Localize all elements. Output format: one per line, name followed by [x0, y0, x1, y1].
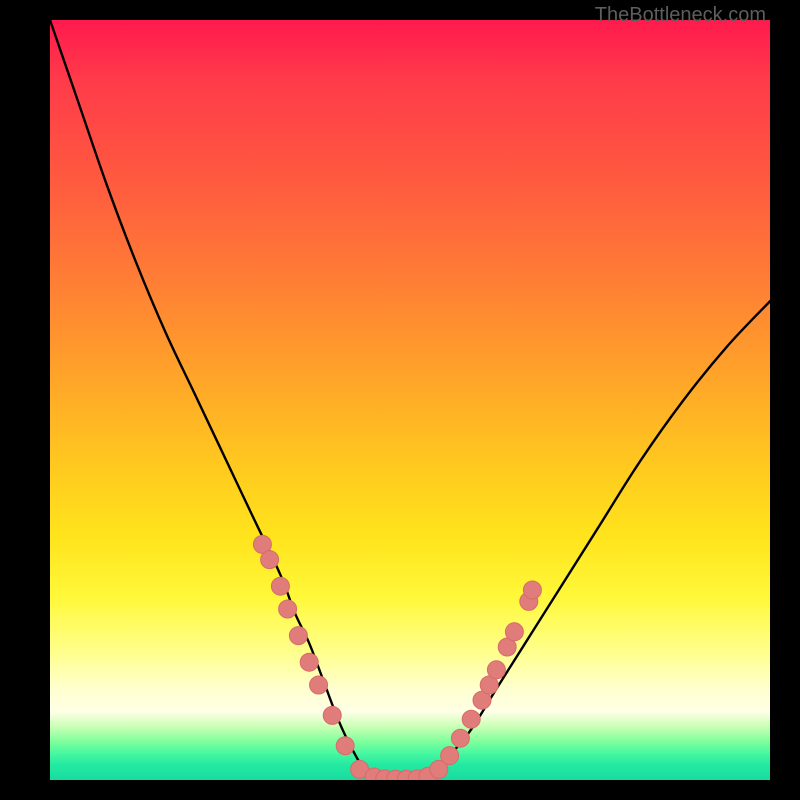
curve-marker [323, 706, 341, 724]
curve-marker [336, 737, 354, 755]
curve-marker [462, 710, 480, 728]
curve-marker [279, 600, 297, 618]
curve-marker [310, 676, 328, 694]
curve-marker [300, 653, 318, 671]
curve-markers [253, 535, 541, 780]
curve-marker [451, 729, 469, 747]
curve-marker [441, 747, 459, 765]
curve-marker [505, 623, 523, 641]
bottleneck-curve [50, 20, 770, 780]
plot-area [50, 20, 770, 780]
curve-marker [271, 577, 289, 595]
watermark-text: TheBottleneck.com [595, 4, 766, 27]
curve-marker [487, 661, 505, 679]
curve-marker [261, 551, 279, 569]
chart-stage: TheBottleneck.com [0, 0, 800, 800]
curve-layer [50, 20, 770, 780]
curve-marker [523, 581, 541, 599]
curve-marker [289, 627, 307, 645]
